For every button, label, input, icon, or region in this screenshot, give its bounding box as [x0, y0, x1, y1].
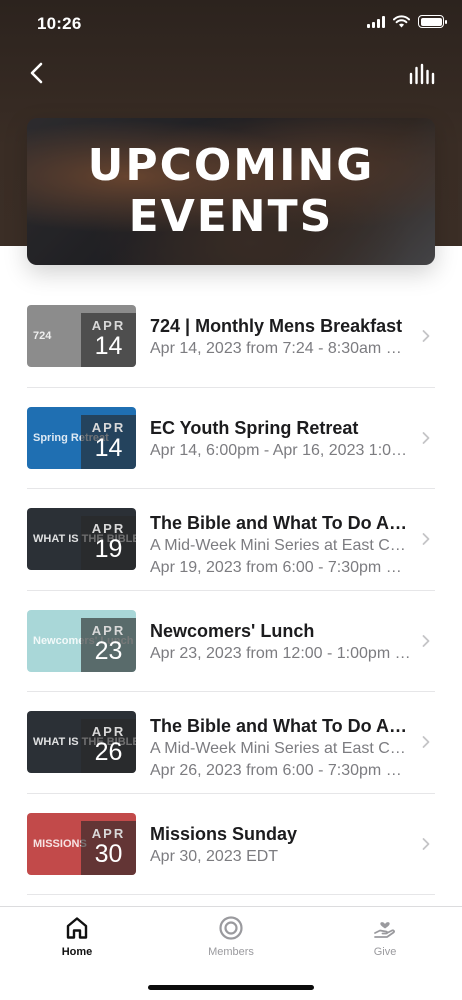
tab-give-label: Give	[373, 946, 397, 958]
event-day: 14	[94, 332, 123, 360]
events-list: 724 APR 14 724 | Monthly Mens Breakfast …	[27, 286, 435, 895]
event-details: Newcomers' Lunch Apr 23, 2023 from 12:00…	[150, 619, 412, 665]
event-month: APR	[91, 825, 126, 841]
event-thumbnail: WHAT IS THE BIBLE APR 26	[27, 711, 136, 773]
event-month: APR	[91, 318, 126, 333]
event-row[interactable]: MISSIONS APR 30 Missions Sunday Apr 30, …	[27, 794, 435, 895]
event-subtitle: Apr 30, 2023 EDT	[150, 847, 279, 865]
event-month: APR	[91, 724, 126, 739]
tab-members[interactable]: Members	[181, 915, 281, 958]
chevron-right-icon	[422, 634, 430, 647]
event-title: The Bible and What To Do About It	[150, 716, 412, 736]
chevron-right-icon	[422, 533, 430, 546]
chevron-right-icon	[422, 431, 430, 444]
event-details: The Bible and What To Do About It A Mid-…	[150, 714, 412, 782]
chevron-right-icon	[422, 330, 430, 343]
event-details: 724 | Monthly Mens Breakfast Apr 14, 202…	[150, 314, 412, 360]
upcoming-events-banner: UPCOMING EVENTS	[27, 118, 435, 265]
event-thumbnail: MISSIONS APR 30	[27, 812, 136, 875]
battery-icon	[418, 15, 447, 28]
event-title: Newcomers' Lunch	[150, 620, 315, 641]
tab-home[interactable]: Home	[27, 915, 127, 958]
event-subtitle: Apr 23, 2023 from 12:00 - 1:00pm EDT	[150, 644, 412, 662]
event-thumbnail-text: MISSIONS	[33, 837, 87, 850]
status-bar: 10:26	[0, 0, 462, 50]
event-subtitle: Apr 14, 6:00pm - Apr 16, 2023 1:00pm EDT	[150, 441, 412, 459]
event-thumbnail: Newcomers' Lunch APR 23	[27, 609, 136, 672]
home-icon	[66, 917, 88, 939]
event-details: EC Youth Spring Retreat Apr 14, 6:00pm -…	[150, 416, 412, 462]
tab-members-label: Members	[208, 946, 254, 958]
event-day: 19	[94, 535, 123, 563]
event-thumbnail: Spring Retreat APR 14	[27, 406, 136, 469]
event-date-badge: APR 26	[81, 719, 136, 773]
event-date-badge: APR 23	[81, 617, 136, 672]
members-icon	[219, 916, 243, 940]
event-row[interactable]: 724 APR 14 724 | Monthly Mens Breakfast …	[27, 286, 435, 388]
signal-icon	[367, 15, 385, 28]
event-date-line: Apr 19, 2023 from 6:00 - 7:30pm EDT	[150, 559, 412, 576]
event-details: The Bible and What To Do About It A Mid-…	[150, 511, 412, 579]
event-title: Missions Sunday	[150, 823, 298, 844]
event-day: 23	[94, 636, 123, 665]
event-month: APR	[91, 622, 126, 638]
chevron-right-icon	[422, 837, 430, 850]
tab-give[interactable]: Give	[335, 915, 435, 958]
event-date-line: Apr 26, 2023 from 6:00 - 7:30pm EDT	[150, 762, 412, 779]
event-row[interactable]: Spring Retreat APR 14 EC Youth Spring Re…	[27, 388, 435, 489]
event-date-badge: APR 14	[81, 313, 136, 367]
event-subtitle: A Mid-Week Mini Series at East Cobb	[150, 537, 412, 554]
banner-title-line2: EVENTS	[128, 191, 334, 242]
banner-title-line1: UPCOMING	[87, 140, 375, 191]
event-row[interactable]: WHAT IS THE BIBLE APR 19 The Bible and W…	[27, 489, 435, 591]
give-icon	[374, 922, 395, 938]
event-date-badge: APR 14	[81, 414, 136, 469]
chevron-right-icon	[422, 736, 430, 749]
event-subtitle: A Mid-Week Mini Series at East Cobb	[150, 740, 412, 757]
event-month: APR	[91, 419, 126, 435]
event-date-badge: APR 30	[81, 820, 136, 875]
tab-home-label: Home	[61, 946, 93, 958]
back-arrow-icon[interactable]	[22, 58, 52, 88]
event-details: Missions Sunday Apr 30, 2023 EDT	[150, 822, 412, 868]
event-title: 724 | Monthly Mens Breakfast	[150, 316, 403, 336]
event-thumbnail-text: 724	[33, 330, 52, 342]
home-indicator	[148, 985, 314, 990]
event-thumbnail: 724 APR 14	[27, 305, 136, 367]
event-day: 14	[94, 433, 123, 462]
event-thumbnail: WHAT IS THE BIBLE APR 19	[27, 508, 136, 570]
status-time: 10:26	[37, 14, 82, 33]
event-title: The Bible and What To Do About It	[150, 513, 412, 533]
event-day: 30	[94, 839, 123, 868]
status-icons	[367, 15, 447, 28]
event-day: 26	[94, 738, 123, 766]
event-subtitle: Apr 14, 2023 from 7:24 - 8:30am EDT	[150, 340, 412, 357]
event-date-badge: APR 19	[81, 516, 136, 570]
event-row[interactable]: Newcomers' Lunch APR 23 Newcomers' Lunch…	[27, 591, 435, 692]
event-month: APR	[91, 521, 126, 536]
event-title: EC Youth Spring Retreat	[150, 417, 359, 438]
wifi-icon	[393, 15, 410, 28]
event-row[interactable]: WHAT IS THE BIBLE APR 26 The Bible and W…	[27, 692, 435, 794]
banner-title: UPCOMING EVENTS	[27, 140, 435, 242]
bar-chart-icon[interactable]	[408, 62, 436, 86]
